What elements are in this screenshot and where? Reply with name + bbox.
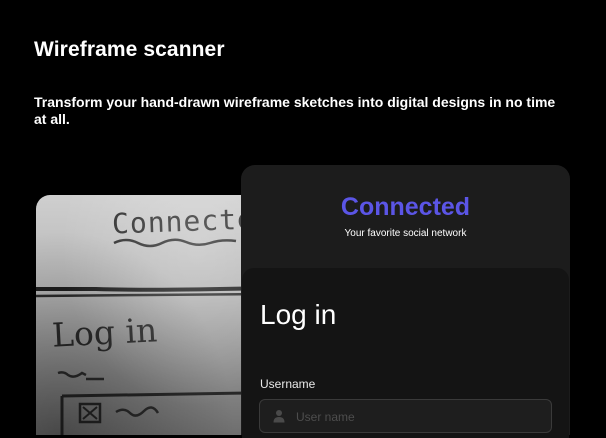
username-input[interactable]: [296, 408, 536, 426]
app-login-card: Connected Your favorite social network L…: [241, 165, 570, 438]
username-field[interactable]: [259, 399, 552, 433]
app-brand: Connected: [340, 193, 471, 221]
app-tagline: Your favorite social network: [344, 228, 467, 239]
page-title: Wireframe scanner: [34, 38, 225, 61]
wireframe-sketch-photo: Connecte Log in: [36, 195, 266, 435]
page-subtitle: Transform your hand-drawn wireframe sket…: [34, 94, 556, 127]
username-label: Username: [260, 377, 316, 391]
sketch-brand-text: Connecte: [111, 202, 256, 241]
sketch-login-text: Log in: [51, 310, 159, 355]
user-icon: [273, 409, 285, 428]
login-heading: Log in: [260, 299, 337, 330]
login-panel: Log in Username: [242, 268, 569, 438]
sketch-strokes: [36, 238, 266, 435]
